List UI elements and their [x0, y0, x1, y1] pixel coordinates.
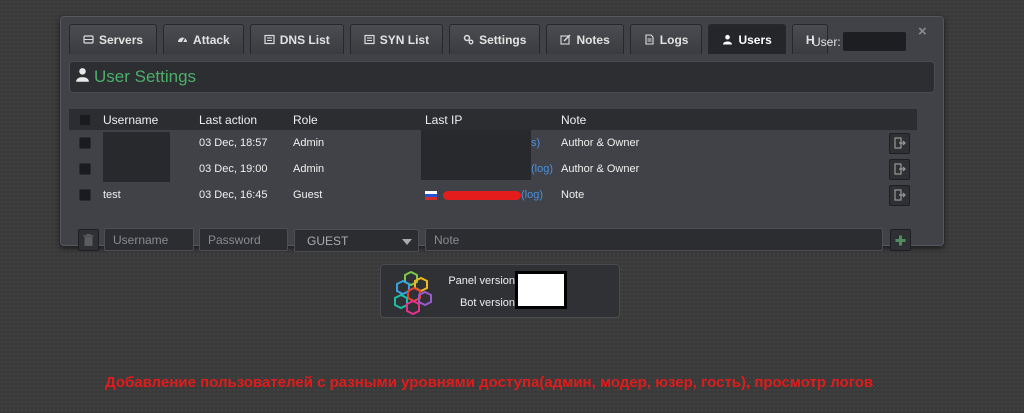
version-redaction — [515, 271, 567, 309]
note-input[interactable] — [425, 228, 883, 251]
login-icon — [893, 163, 906, 175]
column-header: Last action — [199, 112, 258, 127]
file-icon — [644, 34, 655, 45]
table-row: test 03 Dec, 16:45 Guest (log) Note — [69, 182, 917, 208]
ip-redaction — [443, 190, 521, 200]
tab-syn-list[interactable]: SYN List — [349, 24, 444, 54]
view-logs-button[interactable] — [889, 184, 910, 206]
row-checkbox[interactable] — [79, 137, 91, 149]
username-cell: test — [103, 189, 121, 201]
password-input[interactable] — [199, 228, 288, 251]
server-icon — [83, 34, 94, 45]
tab-servers[interactable]: Servers — [69, 24, 158, 54]
select-all-checkbox[interactable] — [79, 113, 91, 126]
row-checkbox[interactable] — [79, 189, 91, 201]
tab-bar: Servers Attack DNS List SYN List Setting… — [69, 24, 834, 54]
section-header: User Settings — [69, 61, 935, 93]
note-cell: Author & Owner — [561, 137, 640, 149]
note-cell: Note — [561, 189, 585, 201]
bot-version-label: Bot version — [459, 297, 515, 309]
tab-logs[interactable]: Logs — [629, 24, 703, 54]
trash-icon — [83, 233, 94, 246]
tab-notes[interactable]: Notes — [546, 24, 624, 54]
user-icon — [722, 34, 733, 45]
column-header: Role — [293, 112, 318, 127]
table-header: Username Last action Role Last IP Note — [69, 109, 917, 130]
role-select[interactable]: GUEST — [294, 229, 419, 252]
column-header: Last IP — [425, 112, 463, 127]
tab-label: DNS List — [279, 32, 330, 47]
table-row: 03 Dec, 18:57 Admin s) Author & Owner — [69, 130, 917, 156]
column-header: Note — [561, 112, 587, 127]
tab-label: SYN List — [379, 32, 430, 47]
main-panel: Servers Attack DNS List SYN List Setting… — [60, 16, 944, 252]
note-cell: Author & Owner — [561, 163, 640, 175]
tab-label: Settings — [479, 32, 527, 47]
user-icon — [75, 67, 90, 87]
last-action-cell: 03 Dec, 19:00 — [199, 163, 268, 175]
version-panel: Panel version Bot version — [380, 264, 620, 318]
logs-link[interactable]: (log) — [521, 189, 543, 201]
list-icon — [264, 34, 275, 45]
tab-settings[interactable]: Settings — [449, 24, 541, 54]
edit-icon — [560, 34, 571, 45]
app-logo-icon — [394, 270, 432, 315]
add-user-button[interactable] — [890, 229, 911, 251]
list-icon — [364, 34, 375, 45]
page-title: User Settings — [94, 67, 197, 86]
tab-label: Logs — [659, 32, 689, 47]
russia-flag-icon — [425, 190, 437, 200]
last-action-cell: 03 Dec, 18:57 — [199, 137, 268, 149]
panel-version-label: Panel version — [448, 275, 515, 287]
login-icon — [893, 189, 906, 201]
gears-icon — [463, 34, 474, 45]
view-logs-button[interactable] — [889, 158, 910, 180]
username-input[interactable] — [104, 228, 194, 251]
role-cell: Admin — [293, 137, 325, 149]
gauge-icon — [177, 34, 188, 45]
current-user: User: — [812, 32, 906, 51]
chevron-down-icon — [402, 239, 412, 245]
add-user-form: GUEST — [69, 228, 937, 252]
last-action-cell: 03 Dec, 16:45 — [199, 189, 268, 201]
login-icon — [893, 137, 906, 149]
tab-label: Notes — [576, 32, 610, 47]
column-header: Username — [103, 112, 159, 127]
tab-label: Users — [738, 32, 772, 47]
tab-dns-list[interactable]: DNS List — [249, 24, 344, 54]
username-redaction — [842, 32, 906, 51]
tab-label: Attack — [193, 32, 230, 47]
role-select-value: GUEST — [307, 233, 349, 248]
users-table: Username Last action Role Last IP Note 0… — [69, 109, 917, 208]
tab-users[interactable]: Users — [708, 24, 786, 54]
tab-attack[interactable]: Attack — [163, 24, 244, 54]
view-logs-button[interactable] — [889, 132, 910, 154]
table-row: 03 Dec, 19:00 Admin (log) Author & Owner — [69, 156, 917, 182]
role-cell: Guest — [293, 189, 323, 201]
caption-text: Добавление пользователей с разными уровн… — [105, 374, 874, 391]
close-button[interactable]: × — [918, 23, 927, 40]
row-checkbox[interactable] — [79, 163, 91, 175]
user-label: User: — [812, 34, 841, 49]
ip-cell: (log) — [425, 189, 543, 201]
logs-link[interactable]: s) — [531, 137, 540, 149]
plus-icon — [895, 235, 906, 245]
delete-button[interactable] — [78, 229, 99, 251]
role-cell: Admin — [293, 163, 325, 175]
tab-label: Servers — [99, 32, 144, 47]
logs-link[interactable]: (log) — [531, 163, 553, 175]
